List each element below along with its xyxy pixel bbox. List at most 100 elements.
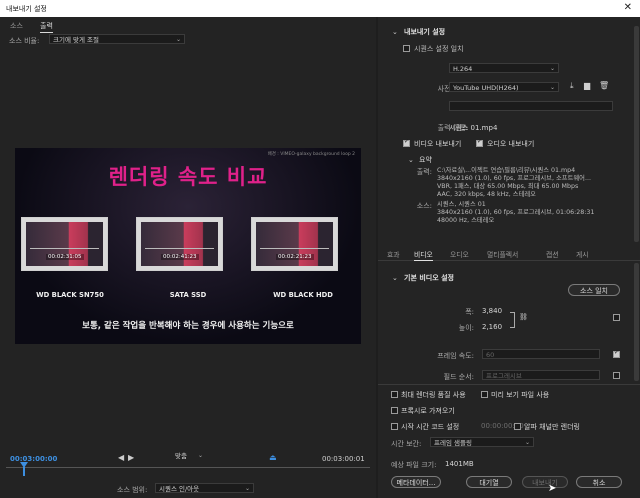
cancel-button[interactable]: 취소 [576,476,622,488]
comment-input[interactable] [449,101,613,111]
zoom-value: 맞춤 [175,452,187,460]
source-scale-value: 크기에 맞게 조절 [53,36,99,44]
import-proxy-checkbox[interactable] [391,407,398,414]
settings-tabs: 효과 비디오 오디오 멀티플렉서 캡션 게시 [378,246,640,261]
preview-files-checkbox[interactable] [481,391,488,398]
timeline-area: 00:03:00:00 ◀ ▶ 맞춤 ⌄ ⏏ 00:03:00:01 소스 범위… [0,445,376,498]
export-video-checkbox[interactable] [403,138,410,147]
height-value[interactable]: 2,160 [482,323,502,331]
tab-publish[interactable]: 게시 [576,249,589,259]
match-source-button[interactable]: 소스 일치 [568,284,620,296]
watermark-text: 배경 : VIMEO-galaxy background loop 2 [267,152,355,157]
zoom-dropdown[interactable]: 맞춤 ⌄ [172,451,206,461]
end-timecode: 00:03:00:01 [322,455,365,463]
interpolation-dropdown[interactable]: 프레임 샘플링 ⌄ [430,437,534,447]
max-render-checkbox[interactable] [391,391,398,398]
source-range-label: 소스 범위: [117,486,148,494]
tab-audio[interactable]: 오디오 [450,249,469,259]
left-tabs: 소스 출력 [0,17,376,33]
chevron-down-icon[interactable]: ⌄ [392,274,398,282]
field-order-override-checkbox[interactable] [613,372,620,379]
chevron-down-icon[interactable]: ⌄ [408,156,414,164]
divider [378,384,640,385]
mark-in-icon[interactable]: ◀ [118,453,124,462]
basic-video-header: 기본 비디오 설정 [404,274,454,282]
window-title: 내보내기 설정 [6,5,47,13]
width-value[interactable]: 3,840 [482,307,502,315]
interpolation-label: 시간 보간: [391,440,422,448]
source-range-dropdown[interactable]: 시퀀스 인/아웃 ⌄ [155,483,254,493]
delete-preset-icon[interactable]: 🗑 [599,81,609,90]
source-scale-label: 소스 비율: [9,37,40,45]
thumbnail-progress [30,248,99,249]
thumbnail-time: 00:02:21:23 [276,254,314,260]
preset-dropdown[interactable]: YouTube UHD(H264) ⌄ [449,82,559,92]
summary-source-text: 시퀀스, 시퀀스 01 3840x2160 (1.0), 60 fps, 프로그… [437,201,595,224]
trim-icon[interactable]: ⏏ [269,453,277,462]
thumbnail-progress [260,248,329,249]
metadata-button[interactable]: 메타데이터... [391,476,441,488]
thumbnail-3: 00:02:21:23 [251,217,338,271]
frame-rate-override-checkbox[interactable] [613,349,620,358]
close-icon[interactable]: ✕ [624,2,632,13]
summary-output-label: 출력: [416,168,432,176]
source-scale-dropdown[interactable]: 크기에 맞게 조절 ⌄ [49,34,185,44]
start-timecode-checkbox[interactable] [391,423,398,430]
field-order-value: 프로그레시브 [486,372,522,380]
aspect-bracket [510,312,515,328]
tab-multiplexer[interactable]: 멀티플렉서 [487,249,518,259]
video-scrollbar[interactable] [634,263,639,381]
source-scale-row: 소스 비율: 크기에 맞게 조절 ⌄ [0,33,376,47]
start-timecode-label: 시작 시간 코드 설정 [401,423,460,431]
tab-captions[interactable]: 캡션 [546,249,559,259]
thumbnail-1: 00:02:31:05 [21,217,108,271]
file-size-label: 예상 파일 크기: [391,461,437,469]
video-preview: 배경 : VIMEO-galaxy background loop 2 렌더링 … [15,148,361,344]
match-sequence-checkbox[interactable] [403,45,410,52]
import-preset-icon[interactable]: ▆ [584,81,590,90]
queue-button[interactable]: 대기열 [466,476,512,488]
mark-out-icon[interactable]: ▶ [128,453,134,462]
frame-rate-dropdown[interactable]: 60 [482,349,600,359]
tab-output[interactable]: 출력 [40,21,53,33]
chain-link-icon[interactable]: ⛓ [519,313,528,321]
save-preset-icon[interactable]: ⤓ [570,81,574,91]
current-timecode[interactable]: 00:03:00:00 [10,455,57,463]
thumbnail-progress [145,248,214,249]
export-audio-checkbox[interactable] [476,138,483,147]
frame-rate-value: 60 [486,351,495,359]
summary-header: 요약 [419,156,432,164]
chevron-down-icon: ⌄ [549,65,555,72]
chevron-down-icon: ⌄ [524,439,530,446]
summary-source-label: 소스: [416,202,432,210]
chevron-down-icon: ⌄ [244,485,250,492]
field-order-label: 필드 순서: [443,373,474,381]
width-override-checkbox[interactable] [613,314,620,321]
right-pane: ⌄ 내보내기 설정 시퀀스 설정 일치 형식: H.264 ⌄ 사전 설정: Y… [378,17,640,498]
chevron-down-icon[interactable]: ⌄ [392,28,398,36]
format-dropdown[interactable]: H.264 ⌄ [449,63,559,73]
tab-effects[interactable]: 효과 [387,249,400,259]
preview-subtitle: 보통, 같은 작업을 반복해야 하는 경우에 사용하는 기능으로 [82,321,294,331]
output-name-link[interactable]: 시퀀스 01.mp4 [449,123,497,133]
drive-label: WD BLACK SN750 [36,291,104,299]
preview-files-label: 미리 보기 파일 사용 [491,391,550,399]
chevron-down-icon: ⌄ [549,84,555,91]
preset-value: YouTube UHD(H264) [453,84,519,92]
frame-rate-label: 프레임 속도: [437,352,474,360]
tab-source[interactable]: 소스 [10,21,23,31]
drive-label: WD BLACK HDD [273,291,333,299]
field-order-dropdown[interactable]: 프로그레시브 [482,370,600,380]
tab-video[interactable]: 비디오 [414,249,433,261]
export-button[interactable]: 내보내기 [522,476,568,488]
preview-title: 렌더링 속도 비교 [108,165,268,189]
export-video-label: 비디오 내보내기 [414,140,462,148]
alpha-only-label: 알파 채널만 렌더링 [524,423,580,431]
summary-output-text: C:\자료실\...이젝트 연습\필름\리뷰\시퀀스 01.mp4 3840x2… [437,167,591,198]
chevron-down-icon: ⌄ [197,452,203,459]
cursor-icon: ➤ [548,483,557,494]
alpha-only-checkbox[interactable] [514,423,521,430]
export-settings-header: 내보내기 설정 [404,28,446,36]
width-label: 폭: [465,308,474,316]
max-render-label: 최대 렌더링 품질 사용 [401,391,466,399]
